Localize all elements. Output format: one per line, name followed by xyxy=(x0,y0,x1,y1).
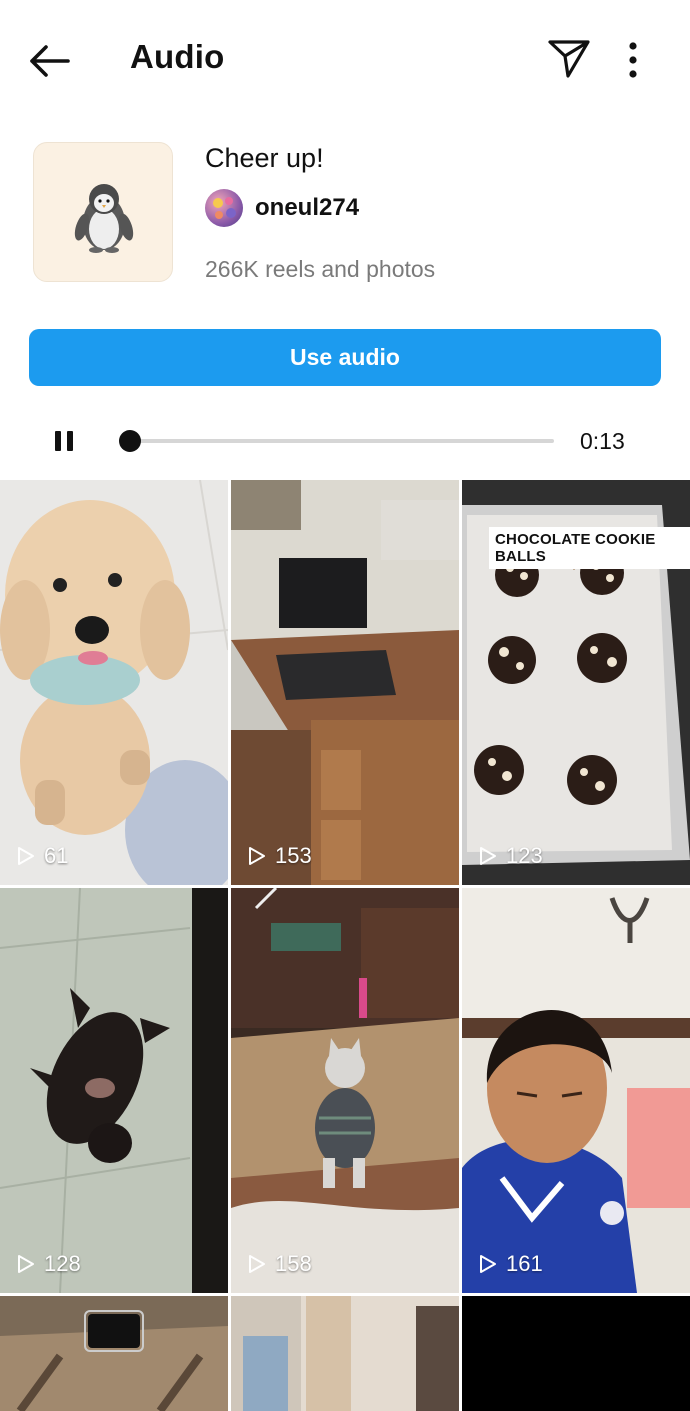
penguin-icon xyxy=(74,184,134,253)
play-icon xyxy=(18,847,34,865)
play-icon xyxy=(480,847,496,865)
play-icon xyxy=(249,1255,265,1273)
reel-thumbnail[interactable]: 128 xyxy=(0,888,228,1293)
reels-count: 266K reels and photos xyxy=(205,256,436,282)
reel-thumbnail[interactable] xyxy=(462,1296,690,1411)
audio-title: Cheer up! xyxy=(205,143,324,173)
progress-track[interactable] xyxy=(130,439,554,443)
play-icon xyxy=(480,1255,496,1273)
more-vertical-icon[interactable] xyxy=(618,38,648,82)
audio-cover-image xyxy=(33,142,173,282)
view-count-label: 153 xyxy=(275,843,312,868)
view-count-label: 61 xyxy=(44,843,69,868)
view-count: 61 xyxy=(16,843,68,869)
view-count: 158 xyxy=(247,1251,312,1277)
artist-link[interactable]: oneul274 xyxy=(205,189,359,227)
view-count: 153 xyxy=(247,843,312,869)
progress-handle[interactable] xyxy=(119,430,141,452)
view-count-label: 123 xyxy=(506,843,543,868)
view-count: 161 xyxy=(478,1251,543,1277)
avatar[interactable] xyxy=(205,189,243,227)
reel-thumbnail[interactable]: 158 xyxy=(231,888,459,1293)
view-count: 128 xyxy=(16,1251,81,1277)
play-icon xyxy=(18,1255,34,1273)
pause-icon[interactable] xyxy=(50,426,78,456)
reel-thumbnail[interactable]: 61 xyxy=(0,480,228,885)
reel-thumbnail[interactable] xyxy=(231,1296,459,1411)
text-sticker: CHOCOLATE COOKIE BALLS xyxy=(489,527,690,569)
audio-player: 0:13 xyxy=(0,412,690,472)
view-count: 123 xyxy=(478,843,543,869)
reel-thumbnail[interactable]: 161 xyxy=(462,888,690,1293)
reel-thumbnail[interactable]: CHOCOLATE COOKIE BALLS 123 xyxy=(462,480,690,885)
play-icon xyxy=(249,847,265,865)
reels-grid: 61 153 CHOCOLATE COOKIE BALLS 123 128 15… xyxy=(0,480,690,1411)
elapsed-time: 0:13 xyxy=(580,428,625,454)
paper-plane-icon[interactable] xyxy=(546,36,592,82)
view-count-label: 158 xyxy=(275,1251,312,1276)
page-title: Audio xyxy=(130,38,225,75)
view-count-label: 161 xyxy=(506,1251,543,1276)
use-audio-button[interactable]: Use audio xyxy=(29,329,661,386)
top-app-bar: Audio xyxy=(0,0,690,118)
view-count-label: 128 xyxy=(44,1251,81,1276)
reel-thumbnail[interactable] xyxy=(0,1296,228,1411)
artist-username[interactable]: oneul274 xyxy=(255,194,359,222)
reel-thumbnail[interactable]: 153 xyxy=(231,480,459,885)
back-arrow-icon[interactable] xyxy=(26,38,74,84)
